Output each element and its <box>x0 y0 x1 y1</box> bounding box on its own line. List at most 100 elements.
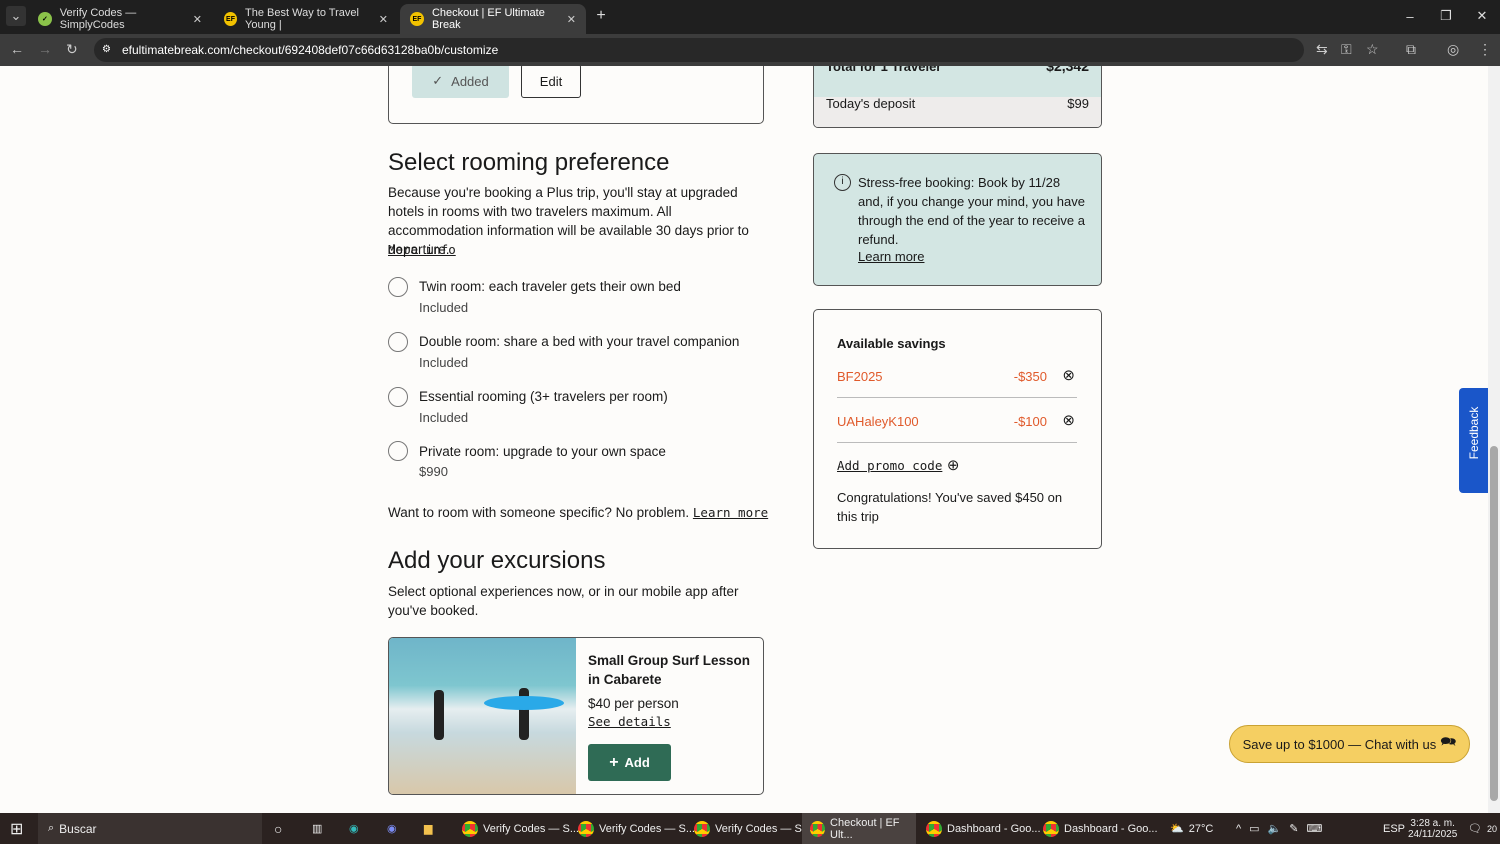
surf-lesson-image <box>389 638 576 794</box>
taskbar: ⊞ ⌕ Buscar ○ ▥ ◉ ◉ ▆ Verify Codes — S... … <box>0 813 1500 844</box>
savings-title: Available savings <box>837 336 946 351</box>
profile-icon[interactable]: ◎ <box>1447 41 1459 58</box>
total-value: $2,342 <box>1046 66 1089 74</box>
app-label: Verify Codes — S... <box>715 822 811 835</box>
close-tab-icon[interactable]: ✕ <box>567 13 576 26</box>
tab-bar: ⌄ ✓ Verify Codes — SimplyCodes ✕ EF The Bes… <box>0 0 1500 34</box>
added-button[interactable]: ✓ Added <box>412 66 509 98</box>
back-icon[interactable]: ← <box>10 41 24 57</box>
forward-icon[interactable]: → <box>38 41 52 57</box>
scrollbar-thumb[interactable] <box>1490 446 1498 801</box>
menu-icon[interactable]: ⋮ <box>1478 41 1492 58</box>
radio-essential-rooming[interactable] <box>388 387 408 407</box>
discord-icon[interactable]: ◉ <box>387 813 397 844</box>
weather-icon: ⛅ <box>1170 823 1184 835</box>
promo-amount: -$100 <box>1013 414 1047 429</box>
added-label: Added <box>451 73 489 89</box>
language-indicator[interactable]: ESP <box>1383 813 1405 844</box>
url-input[interactable]: ⚙ efultimatebreak.com/checkout/692408def0… <box>94 38 1304 62</box>
restore-button[interactable]: ❐ <box>1436 6 1456 26</box>
add-promo-code-link[interactable]: Add promo code ⊕ <box>837 456 959 475</box>
taskbar-app-active[interactable]: Checkout | EF Ult... <box>802 813 916 844</box>
task-view-icon[interactable]: ▥ <box>312 813 322 844</box>
remove-promo-icon[interactable]: ⊗ <box>1062 411 1075 429</box>
notification-count: 20 <box>1486 823 1497 834</box>
plus-icon: + <box>609 753 619 771</box>
ef-favicon-icon: EF <box>410 12 424 26</box>
chrome-icon <box>694 820 710 837</box>
learn-more-link[interactable]: Learn more <box>693 505 768 520</box>
taskbar-app[interactable]: Verify Codes — S... <box>578 813 695 844</box>
cortana-icon[interactable]: ○ <box>274 813 282 844</box>
option-price: $990 <box>419 464 448 479</box>
edge-icon[interactable]: ◉ <box>349 813 359 844</box>
see-details-link[interactable]: See details <box>588 714 671 729</box>
stress-free-text: Stress-free booking: Book by 11/28 and, … <box>858 175 1085 247</box>
site-info-icon[interactable]: ⚙ <box>102 38 111 62</box>
taskbar-app[interactable]: Verify Codes — S... <box>694 813 811 844</box>
radio-double-room[interactable] <box>388 332 408 352</box>
radio-twin-room[interactable] <box>388 277 408 297</box>
file-explorer-icon[interactable]: ▆ <box>424 813 432 844</box>
taskbar-app[interactable]: Verify Codes — S... <box>462 813 579 844</box>
bookmark-star-icon[interactable]: ☆ <box>1366 41 1379 58</box>
search-icon: ⌕ <box>48 822 55 834</box>
close-tab-icon[interactable]: ✕ <box>193 13 202 26</box>
price-summary-card: Total for 1 Traveler $2,342 Today's depo… <box>813 66 1102 128</box>
excursion-price: $40 per person <box>588 696 679 711</box>
option-label: Double room: share a bed with your trave… <box>419 334 740 349</box>
volume-icon: 🔈 <box>1267 823 1282 835</box>
edit-button[interactable]: Edit <box>521 66 581 98</box>
start-button[interactable]: ⊞ <box>10 813 23 844</box>
checkout-page: ✓ Added Edit Select rooming preference Be… <box>0 66 1488 813</box>
taskbar-app[interactable]: Dashboard - Goo... <box>1043 813 1158 844</box>
notifications-button[interactable]: 🗨 20 <box>1468 813 1497 844</box>
stress-free-info-card: i Stress-free booking: Book by 11/28 and… <box>813 153 1102 286</box>
password-key-icon[interactable]: ⚿ <box>1341 41 1352 58</box>
close-window-button[interactable]: ✕ <box>1472 6 1492 26</box>
remove-promo-icon[interactable]: ⊗ <box>1062 366 1075 384</box>
tab-title: Verify Codes — SimplyCodes <box>59 7 137 31</box>
plus-circle-icon: ⊕ <box>946 457 960 474</box>
feedback-label: Feedback <box>1467 406 1481 460</box>
clock[interactable]: 3:28 a. m. 24/11/2025 <box>1408 813 1457 844</box>
promo-row: UAHaleyK100 -$100 ⊗ <box>837 405 1077 443</box>
chat-button[interactable]: Save up to $1000 — Chat with us 🗪 <box>1229 725 1470 763</box>
taskbar-search[interactable]: ⌕ Buscar <box>38 813 262 844</box>
scrollbar[interactable] <box>1488 66 1500 813</box>
savings-card: Available savings BF2025 -$350 ⊗ UAHaley… <box>813 309 1102 549</box>
excursions-description: Select optional experiences now, or in o… <box>388 584 739 618</box>
option-price: Included <box>419 300 469 315</box>
clock-time: 3:28 a. m. <box>1410 817 1455 829</box>
app-label: Dashboard - Goo... <box>1064 822 1158 835</box>
more-info-link[interactable]: More info <box>388 240 456 259</box>
deposit-value: $99 <box>1067 96 1089 111</box>
tab-3-active[interactable]: EF Checkout | EF Ultimate Break ✕ <box>400 4 586 34</box>
translate-icon[interactable]: ⇆ <box>1316 41 1328 58</box>
weather-widget[interactable]: ⛅ 27°C <box>1170 813 1213 844</box>
deposit-label: Today's deposit <box>826 96 916 111</box>
extensions-icon[interactable]: ⧉ <box>1406 41 1416 58</box>
excursion-name: Small Group Surf Lesson in Cabarete <box>588 653 751 687</box>
check-icon: ✓ <box>432 73 444 88</box>
excursion-card: Small Group Surf Lesson in Cabarete $40 … <box>388 637 764 795</box>
tab-title: The Best Way to Travel Young | <box>245 7 359 31</box>
app-label: Dashboard - Goo... <box>947 822 1041 835</box>
feedback-tab[interactable]: Feedback <box>1459 388 1488 493</box>
tab-title: Checkout | EF Ultimate Break <box>431 7 545 31</box>
close-tab-icon[interactable]: ✕ <box>379 13 388 26</box>
taskbar-app[interactable]: Dashboard - Goo... <box>926 813 1041 844</box>
tab-2[interactable]: EF The Best Way to Travel Young | ✕ <box>214 4 398 34</box>
radio-private-room[interactable] <box>388 441 408 461</box>
room-with-text: Want to room with someone specific? No p… <box>388 505 690 520</box>
add-excursion-button[interactable]: + Add <box>588 744 671 781</box>
stress-free-learn-more[interactable]: Learn more <box>858 249 924 264</box>
new-tab-button[interactable]: + <box>592 6 610 26</box>
tab-search-button[interactable]: ⌄ <box>6 6 26 26</box>
tab-1[interactable]: ✓ Verify Codes — SimplyCodes ✕ <box>28 4 212 34</box>
minimize-button[interactable]: – <box>1400 6 1420 26</box>
reload-icon[interactable]: ↻ <box>66 41 78 58</box>
pen-icon: ✎ <box>1289 823 1299 835</box>
system-tray-icons[interactable]: ^ ▭ 🔈 ✎ ⌨ <box>1236 813 1322 844</box>
weather-temp: 27°C <box>1188 822 1214 835</box>
